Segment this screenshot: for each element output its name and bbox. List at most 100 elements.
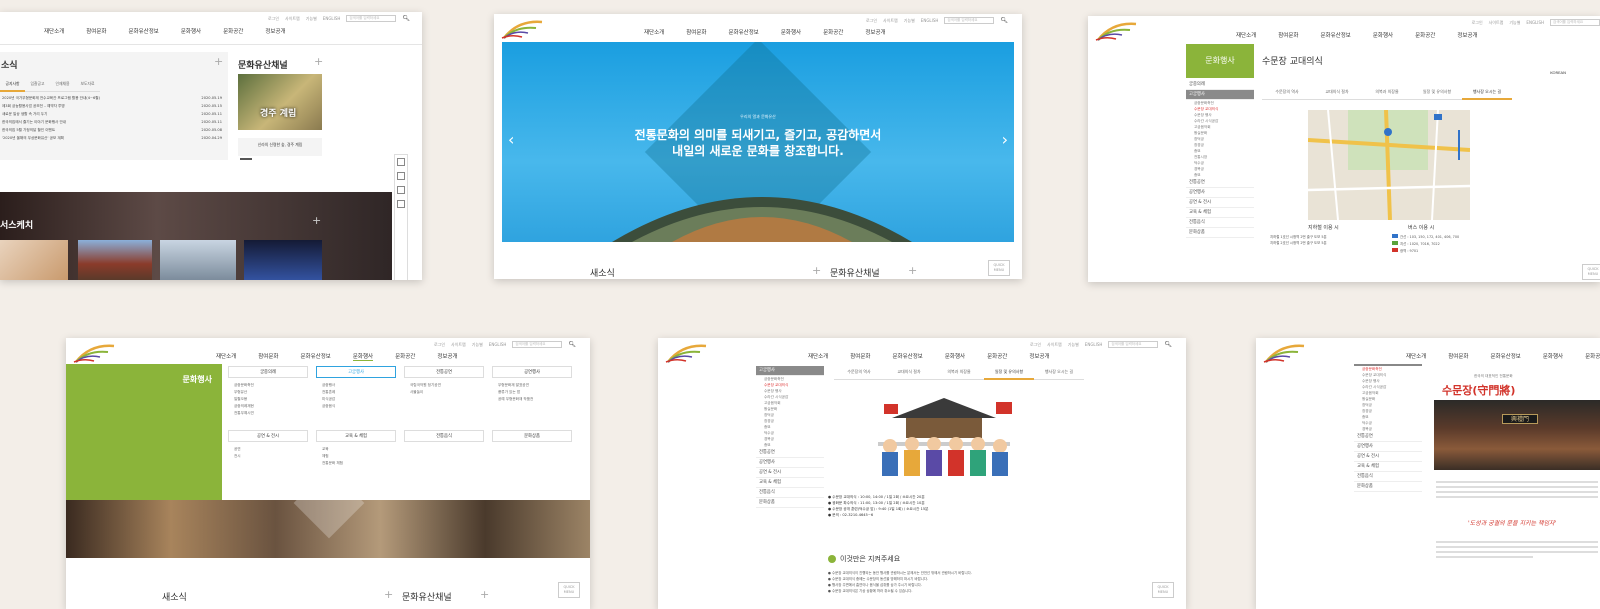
lnb-item[interactable]: 교육 & 체험 <box>1354 462 1422 472</box>
lnb-item[interactable]: 전통음식 <box>1354 472 1422 482</box>
news-row[interactable]: 한국의집에서 즐기는 이야기 문화행사 안내 2020.05.11 <box>2 118 222 126</box>
nav-item[interactable]: 문화공간 <box>823 28 843 36</box>
nav-item[interactable]: 재단소개 <box>216 352 236 361</box>
quick-item-icon[interactable] <box>397 158 405 166</box>
sketch-thumb[interactable] <box>0 240 68 280</box>
search-input[interactable]: 검색어를 입력하세요 <box>346 15 397 22</box>
next-arrow-icon[interactable]: › <box>1002 130 1008 149</box>
mega-column-item[interactable]: 공연 <box>228 446 308 453</box>
nav-item[interactable]: 문화공간 <box>1415 31 1435 39</box>
login-link[interactable]: 로그인 <box>268 16 279 22</box>
mega-column-head[interactable]: 고궁행사 <box>316 366 396 378</box>
channel-plus-icon[interactable]: + <box>480 588 489 601</box>
mega-column-head[interactable]: 전통공연 <box>404 366 484 378</box>
mega-column-item[interactable]: 궁중의례재현 <box>228 403 308 410</box>
lnb-item[interactable]: 공연행사 <box>756 458 824 468</box>
login-link[interactable]: 로그인 <box>866 18 877 24</box>
nav-item[interactable]: 재단소개 <box>1406 352 1426 360</box>
english-link[interactable]: ENGLISH <box>489 342 507 347</box>
channel-plus-icon[interactable]: + <box>908 264 917 277</box>
lnb-item[interactable]: 문화상품 <box>1186 228 1254 238</box>
lnb-item[interactable]: 공연 & 전시 <box>1354 452 1422 462</box>
lnb-item[interactable]: 전통공연 <box>756 448 824 458</box>
sketch-plus-icon[interactable]: + <box>312 214 321 227</box>
tab[interactable]: 교대의식 절차 <box>1312 86 1362 100</box>
search-input[interactable]: 검색어를 입력하세요 <box>944 17 995 24</box>
tab[interactable]: 수문장의 역사 <box>1262 86 1312 100</box>
search-icon[interactable]: 🔍︎ <box>1164 341 1172 348</box>
tab[interactable]: 행사장 오시는 길 <box>1034 366 1084 380</box>
nav-item[interactable]: 문화유산정보 <box>301 352 331 361</box>
quick-menu-button[interactable]: QUICK MENU <box>1152 582 1174 598</box>
mega-column-head[interactable]: 공연행사 <box>492 366 572 378</box>
tab-active[interactable]: 행사장 오시는 길 <box>1462 86 1512 100</box>
news-row[interactable]: 새로운 일상 생활 속 거리 두기 2020.05.11 <box>2 110 222 118</box>
feature-link[interactable]: 기능별 <box>306 16 317 22</box>
nav-item-active[interactable]: 문화행사 <box>352 352 374 361</box>
feature-link[interactable]: 기능별 <box>1509 20 1520 26</box>
search-input[interactable]: 검색어를 입력하세요 <box>1108 341 1159 348</box>
nav-item[interactable]: 재단소개 <box>644 28 664 36</box>
sitemap-link[interactable]: 사이트맵 <box>451 342 466 348</box>
tab-notice[interactable]: 공지사항 <box>0 78 25 92</box>
news-row[interactable]: '2020년 올해의 무상문화유산' 공모 계획 2020.04.29 <box>2 134 222 142</box>
login-link[interactable]: 로그인 <box>1030 342 1041 348</box>
news-plus-icon[interactable]: + <box>812 264 821 277</box>
lnb-item[interactable]: 교육 & 체험 <box>756 478 824 488</box>
quick-menu-button[interactable]: QUICK MENU <box>988 260 1010 276</box>
mega-column-item[interactable]: 미식공감 <box>316 396 396 403</box>
nav-item[interactable]: 문화공간 <box>223 27 243 35</box>
nav-item[interactable]: 재단소개 <box>808 352 828 360</box>
lnb-item[interactable]: 문화상품 <box>1354 482 1422 492</box>
english-link[interactable]: ENGLISH <box>921 18 939 23</box>
english-link[interactable]: ENGLISH <box>1085 342 1103 347</box>
english-link[interactable]: ENGLISH <box>1526 20 1544 25</box>
prev-arrow-icon[interactable]: ‹ <box>508 130 514 149</box>
channel-slider-indicator[interactable] <box>240 158 252 160</box>
mega-column-item[interactable]: 무형유산 <box>228 389 308 396</box>
nav-item[interactable]: 참여문화 <box>686 28 706 36</box>
mega-column-item[interactable]: 전통문화 체험 <box>316 460 396 467</box>
mega-column-item[interactable]: 전통무예시연 <box>228 410 308 417</box>
feature-link[interactable]: 기능별 <box>472 342 483 348</box>
nav-item[interactable]: 문화행사 <box>781 28 801 36</box>
feature-link[interactable]: 기능별 <box>1068 342 1079 348</box>
mega-column-item[interactable]: 국립국악원 정기공연 <box>404 382 484 389</box>
nav-item[interactable]: 참여문화 <box>850 352 870 360</box>
lnb-item[interactable]: 전통음식 <box>756 488 824 498</box>
login-link[interactable]: 로그인 <box>434 342 445 348</box>
sketch-thumb[interactable] <box>160 240 236 280</box>
map-image[interactable] <box>1307 109 1471 221</box>
tab[interactable]: 의복과 의장물 <box>934 366 984 380</box>
nav-item[interactable]: 정보공개 <box>1029 352 1049 360</box>
search-icon[interactable]: 🔍︎ <box>402 15 410 22</box>
mega-column-item[interactable]: 궁중음식 <box>316 403 396 410</box>
lnb-item[interactable]: 전통공연 <box>1186 178 1254 188</box>
mega-column-item[interactable]: 궁중행사 <box>316 382 396 389</box>
nav-item[interactable]: 문화유산정보 <box>1491 352 1521 360</box>
nav-item[interactable]: 참여문화 <box>258 352 278 361</box>
nav-item[interactable]: 정보공개 <box>437 352 457 361</box>
mega-column-head[interactable]: 문화상품 <box>492 430 572 442</box>
language-select[interactable]: KOREAN <box>1550 70 1566 75</box>
more-plus-icon[interactable]: + <box>214 55 223 68</box>
nav-item[interactable]: 문화공간 <box>1585 352 1600 360</box>
nav-item[interactable]: 문화행사 <box>181 27 201 35</box>
sitemap-link[interactable]: 사이트맵 <box>285 16 300 22</box>
search-input[interactable]: 검색어를 입력하세요 <box>512 341 563 348</box>
sitemap-link[interactable]: 사이트맵 <box>1489 20 1504 26</box>
lnb-item[interactable]: 교육 & 체험 <box>1186 208 1254 218</box>
lnb-item-active[interactable]: 고궁행사 <box>756 366 824 376</box>
lnb-item[interactable]: 문화상품 <box>756 498 824 508</box>
mega-column-item[interactable]: 공예 무형문화재 작품전 <box>492 396 572 403</box>
lnb-item[interactable]: 전통음식 <box>1186 218 1254 228</box>
mega-column-item[interactable]: 전통혼례 <box>316 389 396 396</box>
lnb-item[interactable]: 공연행사 <box>1186 188 1254 198</box>
nav-item[interactable]: 문화공간 <box>987 352 1007 360</box>
mega-column-head[interactable]: 공연 & 전시 <box>228 430 308 442</box>
mega-column-item[interactable]: 일월오봉 <box>228 396 308 403</box>
sketch-thumb[interactable] <box>244 240 322 280</box>
news-row[interactable]: 제3회 궁능활용사업 공모전 – 예약자 투명 2020.05.15 <box>2 102 222 110</box>
nav-item[interactable]: 재단소개 <box>44 27 64 35</box>
lnb-item[interactable]: 공연행사 <box>1354 442 1422 452</box>
